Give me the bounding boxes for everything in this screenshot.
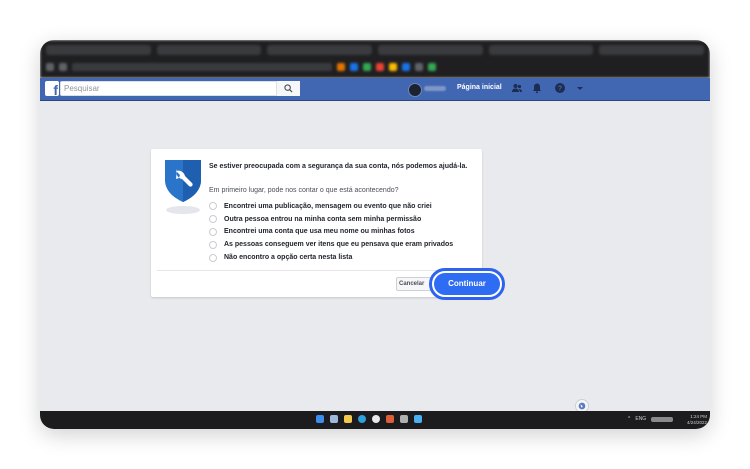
taskbar-apps bbox=[316, 415, 422, 423]
option-item[interactable]: Encontrei uma publicação, mensagem ou ev… bbox=[209, 200, 453, 213]
facebook-logo[interactable]: f bbox=[45, 81, 59, 96]
radio-button[interactable] bbox=[209, 202, 217, 211]
option-label: As pessoas conseguem ver itens que eu pe… bbox=[224, 241, 454, 249]
radio-button[interactable] bbox=[209, 215, 217, 224]
browser-toolbar bbox=[46, 62, 704, 72]
system-tray: ^ ENG bbox=[628, 416, 674, 422]
colorful-app-icon[interactable] bbox=[386, 415, 394, 423]
option-label: Encontrei uma publicação, mensagem ou ev… bbox=[224, 202, 432, 210]
profile-name-blurred[interactable] bbox=[424, 86, 446, 91]
shield-shadow bbox=[166, 206, 200, 214]
option-item[interactable]: Encontrei uma conta que usa meu nome ou … bbox=[209, 226, 453, 239]
windows-taskbar: ^ ENG 1:24 PM 4/24/2022 bbox=[40, 411, 710, 429]
globe-icon bbox=[578, 402, 586, 410]
options-list: Encontrei uma publicação, mensagem ou ev… bbox=[209, 200, 453, 264]
screenshot-frame: f Pesquisar Página inicial ? Se estiver … bbox=[40, 40, 710, 429]
option-label: Não encontro a opção certa nesta lista bbox=[224, 254, 353, 262]
clock-date: 4/24/2022 bbox=[686, 420, 707, 425]
search-input[interactable]: Pesquisar bbox=[60, 81, 300, 96]
option-label: Encontrei uma conta que usa meu nome ou … bbox=[224, 228, 415, 236]
profile-avatar[interactable] bbox=[408, 83, 422, 97]
radio-button[interactable] bbox=[209, 240, 217, 249]
option-item[interactable]: Outra pessoa entrou na minha conta sem m… bbox=[209, 213, 453, 226]
search-placeholder: Pesquisar bbox=[64, 84, 100, 93]
radio-button[interactable] bbox=[209, 227, 217, 236]
dialog-heading: Se estiver preocupada com a segurança da… bbox=[209, 163, 468, 170]
taskbar-clock[interactable]: 1:24 PM 4/24/2022 bbox=[685, 414, 707, 426]
friends-icon[interactable] bbox=[511, 82, 523, 94]
settings-app-icon[interactable] bbox=[400, 415, 408, 423]
help-icon[interactable]: ? bbox=[554, 82, 566, 94]
tray-chevron-icon[interactable]: ^ bbox=[628, 416, 630, 422]
dropdown-arrow-icon[interactable] bbox=[574, 82, 586, 94]
tray-status-icons[interactable] bbox=[651, 416, 674, 422]
store-app-icon[interactable] bbox=[414, 415, 422, 423]
file-explorer-icon[interactable] bbox=[344, 415, 352, 423]
dialog-divider bbox=[157, 270, 476, 271]
browser-tab-strip bbox=[46, 45, 705, 55]
windows-start-icon[interactable] bbox=[316, 415, 324, 423]
browser-chrome bbox=[40, 40, 710, 78]
search-button[interactable] bbox=[276, 81, 300, 96]
search-icon bbox=[284, 84, 293, 93]
dialog-question: Em primeiro lugar, pode nos contar o que… bbox=[209, 187, 399, 194]
cancel-button[interactable]: Cancelar bbox=[396, 277, 431, 291]
edge-icon[interactable] bbox=[358, 415, 366, 423]
home-link[interactable]: Página inicial bbox=[457, 84, 502, 91]
option-item[interactable]: Não encontro a opção certa nesta lista bbox=[209, 251, 453, 264]
search-taskbar-icon[interactable] bbox=[330, 415, 338, 423]
option-item[interactable]: As pessoas conseguem ver itens que eu pe… bbox=[209, 238, 453, 251]
notifications-bell-icon[interactable] bbox=[531, 82, 543, 94]
facebook-top-bar: f Pesquisar Página inicial ? bbox=[40, 78, 710, 101]
radio-button[interactable] bbox=[209, 253, 217, 262]
tray-language[interactable]: ENG bbox=[635, 416, 646, 422]
shield-wrench-icon bbox=[165, 160, 201, 202]
option-label: Outra pessoa entrou na minha conta sem m… bbox=[224, 215, 422, 223]
svg-text:?: ? bbox=[558, 86, 562, 93]
chrome-icon[interactable] bbox=[372, 415, 380, 423]
continue-button[interactable]: Continuar bbox=[434, 273, 500, 295]
